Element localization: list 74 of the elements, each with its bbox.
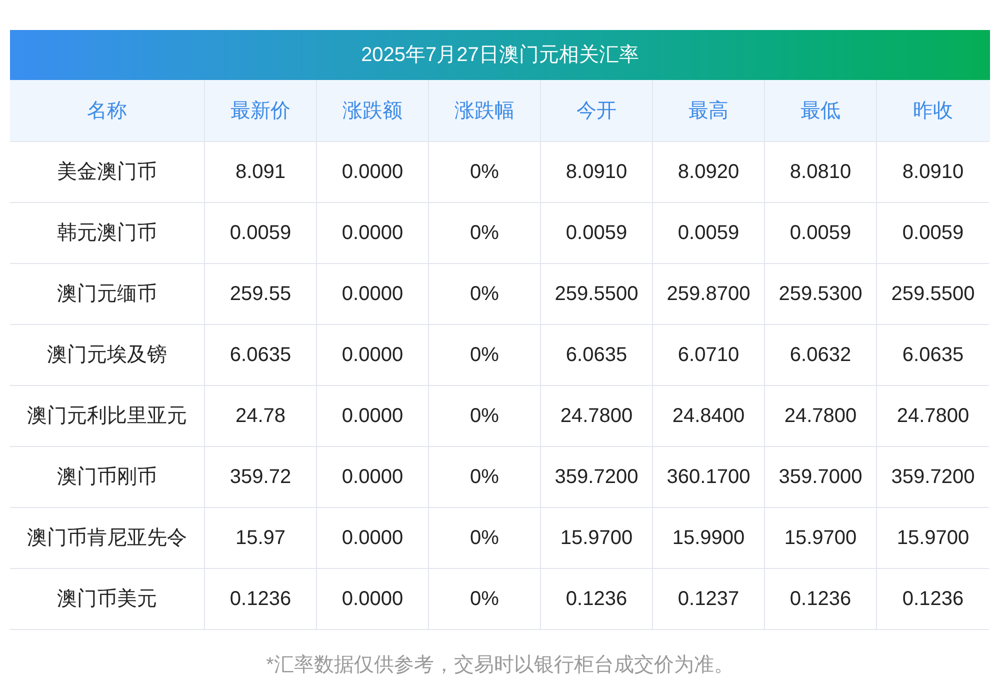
table-cell: 24.7800 [877, 386, 989, 447]
column-header: 昨收 [877, 80, 989, 142]
table-cell: 6.0635 [877, 325, 989, 386]
table-cell: 360.1700 [653, 447, 765, 508]
table-cell: 澳门元埃及镑 [10, 325, 205, 386]
table-cell: 15.97 [205, 508, 317, 569]
table-cell: 0.0059 [877, 203, 989, 264]
table-cell: 8.091 [205, 142, 317, 203]
table-cell: 0.0000 [317, 386, 429, 447]
table-cell: 澳门元利比里亚元 [10, 386, 205, 447]
table-cell: 0.1237 [653, 569, 765, 630]
table-cell: 359.7000 [765, 447, 877, 508]
column-header: 涨跌幅 [429, 80, 541, 142]
table-cell: 澳门币肯尼亚先令 [10, 508, 205, 569]
table-cell: 0% [429, 508, 541, 569]
table-cell: 0.0000 [317, 508, 429, 569]
table-cell: 0.0059 [765, 203, 877, 264]
table-cell: 澳门币美元 [10, 569, 205, 630]
table-cell: 8.0920 [653, 142, 765, 203]
table-cell: 259.5500 [541, 264, 653, 325]
table-cell: 0.0000 [317, 203, 429, 264]
table-cell: 0.0000 [317, 264, 429, 325]
table-cell: 259.5300 [765, 264, 877, 325]
table-cell: 6.0710 [653, 325, 765, 386]
table-cell: 0% [429, 325, 541, 386]
disclaimer-note: *汇率数据仅供参考，交易时以银行柜台成交价为准。 [265, 653, 735, 678]
table-cell: 澳门币刚币 [10, 447, 205, 508]
table-cell: 0.1236 [205, 569, 317, 630]
table-cell: 0% [429, 203, 541, 264]
table-cell: 0.0000 [317, 142, 429, 203]
table-cell: 15.9700 [541, 508, 653, 569]
column-header: 最新价 [205, 80, 317, 142]
table-cell: 24.8400 [653, 386, 765, 447]
table-cell: 24.7800 [541, 386, 653, 447]
table-cell: 0.0059 [653, 203, 765, 264]
table-cell: 8.0810 [765, 142, 877, 203]
table-cell: 韩元澳门币 [10, 203, 205, 264]
table-cell: 259.8700 [653, 264, 765, 325]
table-cell: 0% [429, 447, 541, 508]
table-cell: 6.0635 [205, 325, 317, 386]
table-cell: 259.5500 [877, 264, 989, 325]
table-cell: 359.7200 [877, 447, 989, 508]
table-cell: 259.55 [205, 264, 317, 325]
column-header: 最低 [765, 80, 877, 142]
table-cell: 0% [429, 142, 541, 203]
table-cell: 6.0632 [765, 325, 877, 386]
table-cell: 0.0000 [317, 447, 429, 508]
table-cell: 0.0000 [317, 569, 429, 630]
column-header: 涨跌额 [317, 80, 429, 142]
table-cell: 24.7800 [765, 386, 877, 447]
column-header: 最高 [653, 80, 765, 142]
table-cell: 美金澳门币 [10, 142, 205, 203]
table-cell: 0% [429, 264, 541, 325]
table-title: 2025年7月27日澳门元相关汇率 [10, 30, 990, 80]
table-cell: 澳门元缅币 [10, 264, 205, 325]
table-cell: 0.0059 [541, 203, 653, 264]
table-cell: 0.0000 [317, 325, 429, 386]
table-cell: 0.1236 [541, 569, 653, 630]
column-header: 今开 [541, 80, 653, 142]
table-cell: 8.0910 [541, 142, 653, 203]
table-cell: 6.0635 [541, 325, 653, 386]
table-cell: 15.9900 [653, 508, 765, 569]
table-cell: 8.0910 [877, 142, 989, 203]
table-cell: 359.72 [205, 447, 317, 508]
table-cell: 0% [429, 386, 541, 447]
table-cell: 0% [429, 569, 541, 630]
table-cell: 359.7200 [541, 447, 653, 508]
table-cell: 0.1236 [765, 569, 877, 630]
table-cell: 15.9700 [877, 508, 989, 569]
column-header: 名称 [10, 80, 205, 142]
table-cell: 0.0059 [205, 203, 317, 264]
table-cell: 15.9700 [765, 508, 877, 569]
table-cell: 24.78 [205, 386, 317, 447]
table-cell: 0.1236 [877, 569, 989, 630]
